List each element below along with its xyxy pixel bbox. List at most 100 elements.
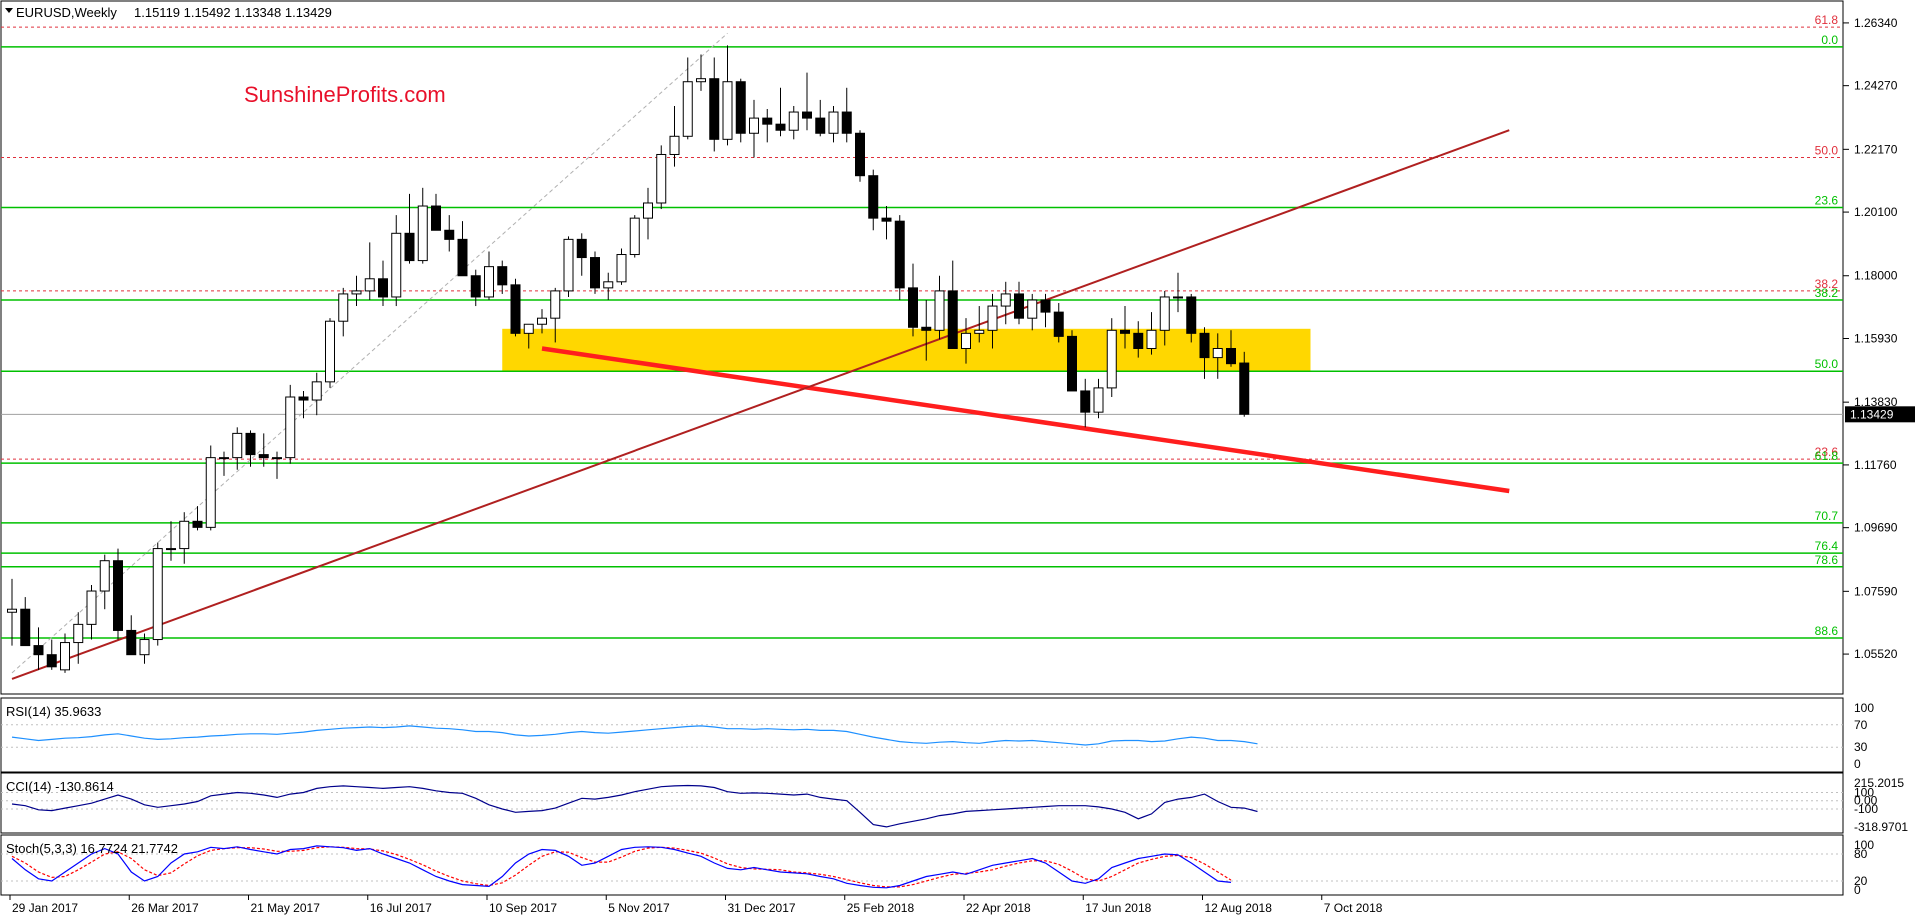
candle-body — [934, 290, 945, 331]
price-tick-label: 1.11760 — [1854, 458, 1897, 472]
indicator-tick-label: 0 — [1854, 883, 1861, 897]
candle-body — [537, 317, 547, 325]
price-tick-label: 1.15930 — [1854, 331, 1898, 345]
candle-body — [921, 326, 932, 331]
candle-body — [33, 645, 44, 656]
candle-body — [232, 432, 243, 459]
indicator-tick-label: -100 — [1854, 802, 1878, 816]
candle-body — [656, 153, 667, 204]
candle-body — [616, 254, 627, 283]
ohlc-values: 1.15119 1.15492 1.13348 1.13429 — [134, 5, 332, 20]
candle-body — [113, 560, 123, 631]
candle-body — [417, 205, 428, 262]
candle[interactable] — [510, 278, 521, 337]
candle-body — [841, 111, 852, 134]
indicator-tick-label: -318.9701 — [1854, 820, 1908, 834]
candle-body — [325, 320, 335, 383]
candle-body — [73, 623, 84, 644]
date-tick-label: 26 Mar 2017 — [131, 901, 199, 915]
candle[interactable] — [656, 145, 667, 210]
candle-body — [855, 132, 865, 177]
candle-body — [1014, 293, 1024, 319]
candle-body — [1159, 296, 1170, 331]
candle[interactable] — [113, 548, 123, 640]
candle-body — [272, 457, 282, 460]
candle-body — [219, 457, 229, 460]
candle-body — [364, 278, 375, 292]
candle-body — [1027, 299, 1038, 319]
date-tick-label: 25 Feb 2018 — [847, 901, 915, 915]
candle-body — [285, 396, 296, 459]
candle-body — [60, 642, 70, 671]
cci-pane[interactable] — [0, 772, 1844, 834]
date-tick-label: 10 Sep 2017 — [489, 901, 557, 915]
date-tick-label: 7 Oct 2018 — [1324, 901, 1383, 915]
candle-body — [378, 278, 388, 298]
candle-body — [1173, 296, 1183, 299]
candle-body — [1186, 296, 1197, 334]
candle[interactable] — [563, 236, 574, 297]
candle-body — [1067, 335, 1077, 392]
candle-body — [46, 654, 57, 668]
candle-body — [590, 257, 600, 289]
candle-body — [126, 629, 137, 656]
candle[interactable] — [1067, 330, 1077, 392]
candle[interactable] — [325, 318, 335, 388]
candle[interactable] — [1106, 318, 1117, 398]
candle-body — [245, 432, 256, 456]
candle-body — [762, 117, 773, 125]
candle-body — [1053, 311, 1064, 337]
candle[interactable] — [894, 215, 905, 300]
date-tick-label: 22 Apr 2018 — [966, 901, 1031, 915]
candle-body — [709, 78, 720, 140]
candle-body — [298, 396, 309, 401]
symbol-label: EURUSD,Weekly — [16, 5, 117, 20]
candle-body — [603, 281, 614, 289]
candle-body — [961, 332, 971, 350]
candle-body — [669, 135, 680, 155]
candle[interactable] — [629, 215, 640, 258]
candle-body — [735, 81, 746, 134]
rsi-pane[interactable] — [0, 697, 1844, 773]
candle-body — [1106, 329, 1117, 389]
candle[interactable] — [735, 78, 746, 143]
candle-body — [987, 305, 998, 331]
fib-level-label: 50.0 — [1815, 144, 1839, 158]
price-tick-label: 1.20100 — [1854, 205, 1898, 219]
candle-body — [179, 520, 190, 550]
candle-body — [1133, 332, 1144, 350]
indicator-tick-label: 0 — [1854, 757, 1861, 771]
fib-level-label: 61.8 — [1815, 13, 1839, 27]
candle[interactable] — [285, 384, 296, 464]
candle-body — [7, 608, 17, 613]
candle-body — [576, 238, 587, 259]
indicator-tick-label: 70 — [1854, 718, 1868, 732]
candle-body — [470, 275, 481, 298]
candle-body — [1199, 332, 1210, 359]
candle[interactable] — [152, 542, 163, 646]
indicator-tick-label: 100 — [1854, 701, 1874, 715]
rsi-label: RSI(14) 35.9633 — [6, 704, 101, 719]
candle-body — [696, 78, 706, 83]
candle-body — [749, 117, 759, 134]
candle-body — [1120, 329, 1130, 334]
candle[interactable] — [205, 445, 216, 531]
candle-body — [802, 111, 812, 119]
candle-body — [722, 81, 733, 140]
candle-body — [1040, 299, 1051, 313]
candle-body — [563, 238, 574, 292]
candle-body — [205, 457, 216, 528]
fib-level-label: 70.7 — [1815, 509, 1839, 523]
stoch-pane[interactable] — [0, 834, 1844, 896]
fib-level-label: 50.0 — [1815, 357, 1839, 371]
candle-body — [788, 111, 799, 131]
candle-body — [1239, 362, 1250, 415]
price-tick-label: 1.05520 — [1854, 647, 1898, 661]
candle-body — [258, 454, 269, 459]
candle-body — [1226, 348, 1236, 365]
candle[interactable] — [590, 251, 600, 294]
candle[interactable] — [855, 130, 865, 182]
candle-body — [152, 548, 163, 641]
candle-body — [391, 232, 402, 298]
candle-body — [523, 323, 534, 334]
